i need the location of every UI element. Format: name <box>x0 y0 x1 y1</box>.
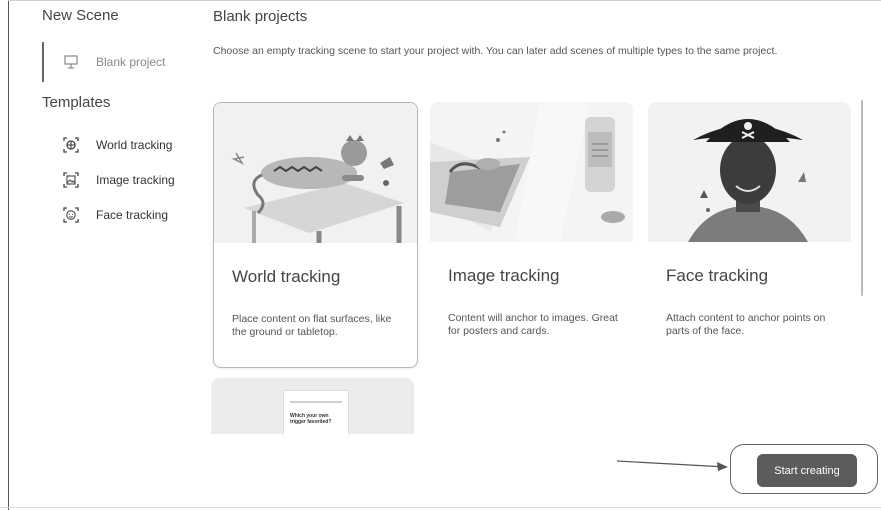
start-creating-button[interactable]: Start creating <box>757 454 857 487</box>
annotation-arrow <box>616 460 728 471</box>
